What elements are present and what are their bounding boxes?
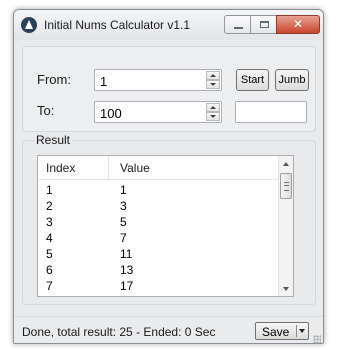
window-title: Initial Nums Calculator v1.1 [44,18,191,32]
value-cell: 13 [120,263,134,277]
column-divider[interactable] [108,156,109,180]
index-cell: 4 [46,231,53,245]
maximize-button[interactable] [250,15,277,34]
from-spinbox[interactable]: 1 [94,69,222,91]
split-divider [296,325,297,337]
from-spin-down-button[interactable] [206,80,220,89]
from-label: From: [37,72,71,87]
value-cell: 5 [120,215,127,229]
result-group-title: Result [34,133,73,147]
index-cell: 3 [46,215,53,229]
index-cell: 2 [46,199,53,213]
from-value[interactable]: 1 [100,74,107,89]
scroll-down-arrow-icon[interactable] [283,287,289,291]
app-logo-icon [21,17,37,33]
status-bar: Done, total result: 25 - Ended: 0 Sec Sa… [14,316,323,343]
status-text: Done, total result: 25 - Ended: 0 Sec [22,325,216,339]
index-cell: 5 [46,247,53,261]
scroll-thumb[interactable] [280,173,292,199]
close-button[interactable]: ✕ [276,15,320,34]
range-panel: From: 1 Start Jumb To: 100 [22,46,316,132]
minimize-button[interactable] [224,15,251,34]
chevron-down-icon[interactable] [299,329,305,333]
list-header: Index Value [38,156,279,180]
value-cell: 11 [120,247,133,261]
close-icon: ✕ [292,17,304,31]
title-bar[interactable]: Initial Nums Calculator v1.1 ✕ [14,10,323,40]
result-list[interactable]: Index Value 11 23 35 47 5 11 6 13 7 17 [37,155,294,297]
index-cell: 7 [46,279,53,293]
value-cell: 7 [120,231,127,245]
column-header-index[interactable]: Index [46,161,75,175]
column-header-value[interactable]: Value [120,161,150,175]
app-window: Initial Nums Calculator v1.1 ✕ From: 1 S… [13,9,324,344]
to-spin-up-button[interactable] [206,103,220,112]
list-rows: 11 23 35 47 5 11 6 13 7 17 [38,182,279,294]
to-spinbox[interactable]: 100 [94,101,222,123]
minimize-icon [234,27,243,29]
value-cell: 3 [120,199,127,213]
to-value[interactable]: 100 [100,106,122,121]
list-item[interactable]: 23 [38,198,279,214]
list-item[interactable]: 6 13 [38,262,279,278]
from-spin-up-button[interactable] [206,71,220,80]
list-item[interactable]: 47 [38,230,279,246]
list-item[interactable]: 11 [38,182,279,198]
jumb-button[interactable]: Jumb [275,69,309,91]
maximize-icon [260,21,269,28]
vertical-scrollbar[interactable] [278,156,293,296]
to-spin-down-button[interactable] [206,112,220,121]
output-field[interactable] [235,101,307,123]
save-button-label[interactable]: Save [262,325,289,339]
index-cell: 6 [46,263,53,277]
scroll-up-arrow-icon[interactable] [283,162,289,166]
start-button[interactable]: Start [236,69,269,91]
index-cell: 1 [46,183,53,197]
value-cell: 1 [120,183,127,197]
list-item[interactable]: 5 11 [38,246,279,262]
value-cell: 17 [120,279,134,293]
resize-grip-icon[interactable] [313,335,321,343]
list-item[interactable]: 35 [38,214,279,230]
list-item[interactable]: 7 17 [38,278,279,294]
save-split-button[interactable]: Save [255,322,309,340]
to-label: To: [37,103,55,118]
